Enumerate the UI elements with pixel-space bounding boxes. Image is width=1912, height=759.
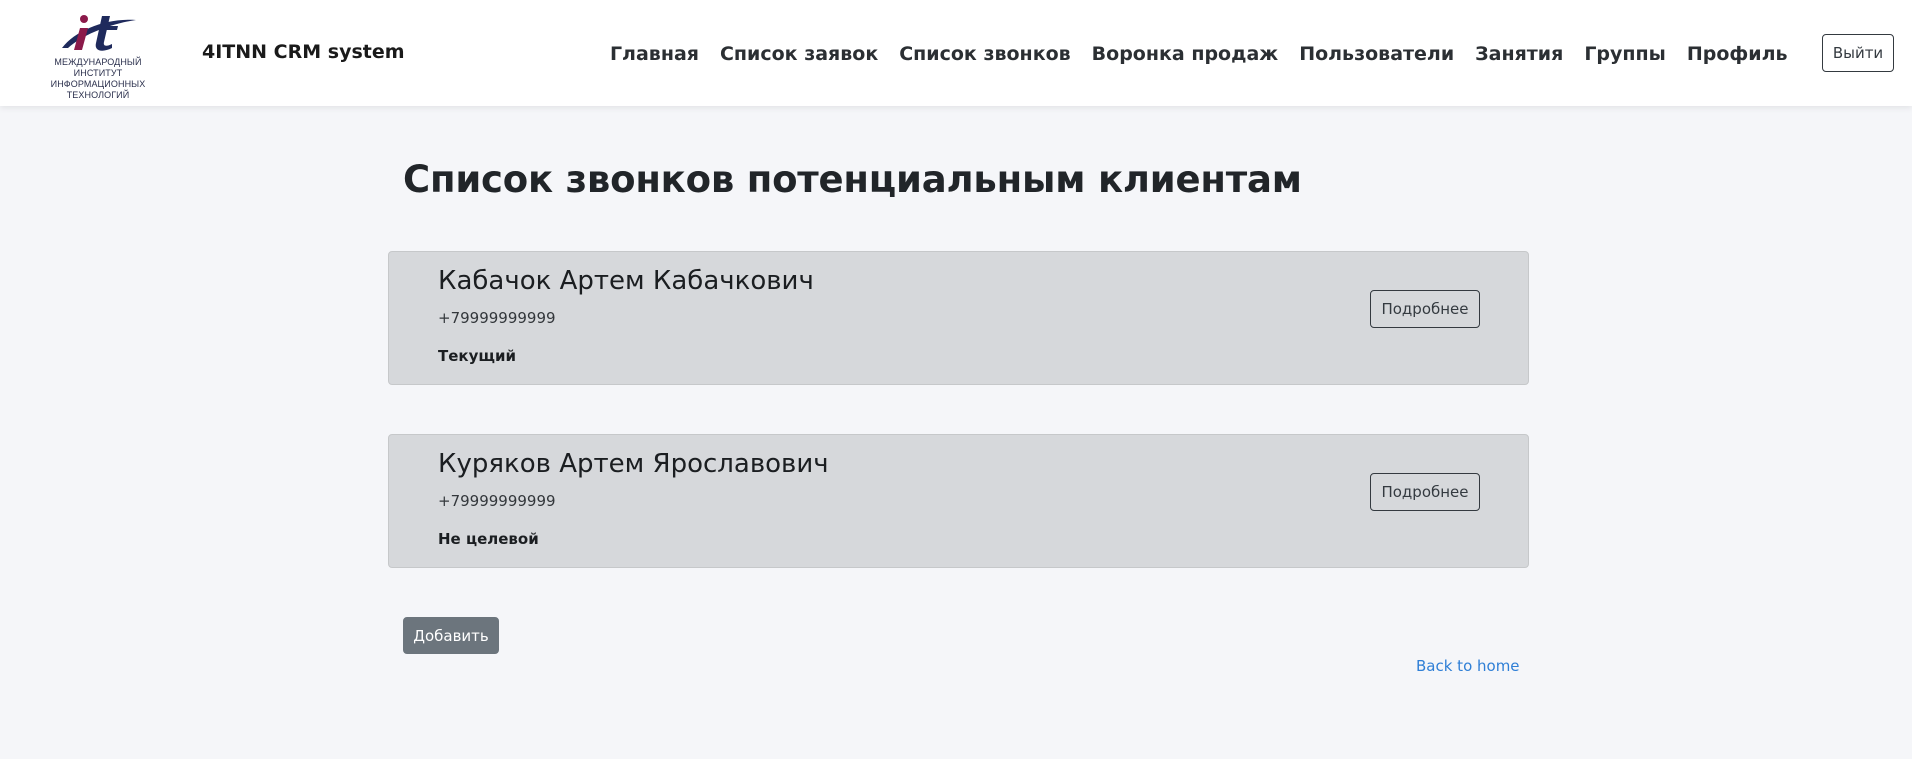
- nav-home[interactable]: Главная: [599, 43, 709, 65]
- details-button[interactable]: Подробнее: [1370, 290, 1480, 328]
- nav-users[interactable]: Пользователи: [1289, 43, 1465, 65]
- client-phone: +79999999999: [438, 309, 556, 327]
- page-title: Список звонков потенциальным клиентам: [403, 158, 1302, 201]
- nav-profile[interactable]: Профиль: [1676, 43, 1798, 65]
- brand-name[interactable]: 4ITNN CRM system: [202, 41, 405, 63]
- client-status: Текущий: [438, 347, 516, 365]
- client-name: Куряков Артем Ярославович: [438, 449, 829, 479]
- nav-sales-funnel[interactable]: Воронка продаж: [1081, 43, 1289, 65]
- details-button[interactable]: Подробнее: [1370, 473, 1480, 511]
- call-card: Кабачок Артем Кабачкович +79999999999 Те…: [388, 251, 1529, 385]
- logo-caption: МЕЖДУНАРОДНЫЙ ИНСТИТУТ ИНФОРМАЦИОННЫХ ТЕ…: [50, 57, 146, 100]
- nav-calls[interactable]: Список звонков: [889, 43, 1081, 65]
- nav-lessons[interactable]: Занятия: [1465, 43, 1574, 65]
- nav-requests[interactable]: Список заявок: [709, 43, 888, 65]
- client-name: Кабачок Артем Кабачкович: [438, 266, 814, 296]
- institute-logo[interactable]: МЕЖДУНАРОДНЫЙ ИНСТИТУТ ИНФОРМАЦИОННЫХ ТЕ…: [30, 12, 166, 100]
- main-nav: Главная Список заявок Список звонков Вор…: [599, 40, 1798, 68]
- nav-groups[interactable]: Группы: [1574, 43, 1677, 65]
- add-button[interactable]: Добавить: [403, 617, 499, 654]
- client-phone: +79999999999: [438, 492, 556, 510]
- it-logo-icon: [62, 15, 136, 51]
- logout-button[interactable]: Выйти: [1822, 34, 1894, 72]
- navbar: МЕЖДУНАРОДНЫЙ ИНСТИТУТ ИНФОРМАЦИОННЫХ ТЕ…: [0, 0, 1912, 106]
- client-status: Не целевой: [438, 530, 539, 548]
- back-to-home-link[interactable]: Back to home: [1416, 657, 1520, 675]
- call-card: Куряков Артем Ярославович +79999999999 Н…: [388, 434, 1529, 568]
